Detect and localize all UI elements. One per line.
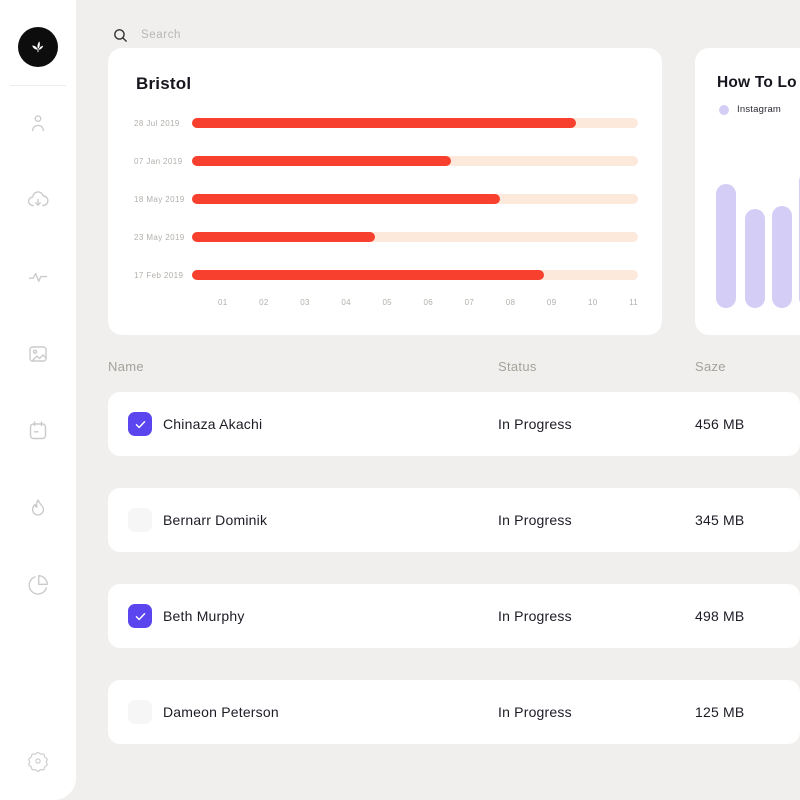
cloud-download-icon [26, 188, 50, 212]
x-axis-tick: 01 [218, 298, 228, 307]
sidebar-item-analytics[interactable] [25, 572, 51, 598]
x-axis-tick: 03 [300, 298, 310, 307]
table-row[interactable]: Dameon Peterson In Progress 125 MB [108, 680, 800, 744]
sidebar-item-calendar[interactable] [25, 418, 51, 444]
files-table: Name Status Saze Chinaza Akachi In Progr… [76, 359, 800, 744]
bristol-bar-track [192, 270, 638, 280]
row-name: Chinaza Akachi [163, 416, 262, 432]
bristol-bar-fill [192, 118, 576, 128]
calendar-icon [26, 419, 50, 443]
bristol-bar-fill [192, 156, 451, 166]
bristol-bar-row: 18 May 2019 [108, 180, 662, 218]
search-bar [76, 0, 800, 48]
row-size: 345 MB [695, 512, 800, 528]
instagram-card: How To Lo Instagram [695, 48, 800, 335]
row-size: 125 MB [695, 704, 800, 720]
column-header-name: Name [108, 359, 498, 374]
row-status: In Progress [498, 608, 695, 624]
pie-chart-icon [26, 573, 50, 597]
check-icon [134, 418, 147, 431]
bristol-bar-fill [192, 194, 500, 204]
cards-row: Bristol 28 Jul 2019 07 Jan 2019 18 May 201… [76, 48, 800, 335]
bristol-bar-row: 28 Jul 2019 [108, 104, 662, 142]
sidebar-item-profile[interactable] [25, 110, 51, 136]
row-checkbox[interactable] [128, 700, 152, 724]
x-axis-tick: 08 [506, 298, 516, 307]
instagram-card-title: How To Lo [695, 74, 800, 92]
app-logo[interactable] [18, 27, 58, 67]
instagram-bar [745, 209, 765, 308]
row-status: In Progress [498, 416, 695, 432]
bristol-bar-row: 17 Feb 2019 [108, 256, 662, 294]
instagram-bar [772, 206, 792, 308]
row-checkbox[interactable] [128, 412, 152, 436]
person-icon [26, 111, 50, 135]
bristol-bar-row: 23 May 2019 [108, 218, 662, 256]
sidebar [0, 0, 76, 800]
bristol-x-axis: 01 02 03 04 05 06 07 08 09 10 11 [218, 298, 638, 307]
column-header-size: Saze [695, 359, 800, 374]
row-name: Dameon Peterson [163, 704, 279, 720]
x-axis-tick: 11 [629, 298, 638, 307]
bristol-bar-fill [192, 270, 544, 280]
sidebar-item-media[interactable] [25, 341, 51, 367]
activity-icon [26, 265, 50, 289]
bristol-card: Bristol 28 Jul 2019 07 Jan 2019 18 May 201… [108, 48, 662, 335]
instagram-bars [716, 171, 800, 308]
search-icon [112, 27, 129, 44]
table-row[interactable]: Chinaza Akachi In Progress 456 MB [108, 392, 800, 456]
bristol-bar-chart: 28 Jul 2019 07 Jan 2019 18 May 2019 23 May … [108, 104, 662, 294]
main-content: Bristol 28 Jul 2019 07 Jan 2019 18 May 201… [76, 0, 800, 800]
row-checkbox[interactable] [128, 508, 152, 532]
bristol-bar-track [192, 194, 638, 204]
bristol-bar-row: 07 Jan 2019 [108, 142, 662, 180]
row-status: In Progress [498, 512, 695, 528]
table-row[interactable]: Bernarr Dominik In Progress 345 MB [108, 488, 800, 552]
x-axis-tick: 04 [341, 298, 351, 307]
sprout-icon [27, 36, 49, 58]
bristol-bar-fill [192, 232, 375, 242]
row-status: In Progress [498, 704, 695, 720]
sidebar-item-trending[interactable] [25, 495, 51, 521]
x-axis-tick: 02 [259, 298, 269, 307]
column-header-status: Status [498, 359, 695, 374]
legend-label: Instagram [737, 104, 781, 115]
bristol-bar-label: 18 May 2019 [134, 195, 192, 204]
x-axis-tick: 09 [547, 298, 557, 307]
bristol-bar-label: 17 Feb 2019 [134, 271, 192, 280]
sidebar-divider [10, 85, 66, 86]
row-name: Bernarr Dominik [163, 512, 267, 528]
check-icon [134, 610, 147, 623]
flame-icon [26, 496, 50, 520]
sidebar-item-uploads[interactable] [25, 187, 51, 213]
row-size: 456 MB [695, 416, 800, 432]
sidebar-nav [25, 110, 51, 649]
bristol-bar-label: 07 Jan 2019 [134, 157, 192, 166]
x-axis-tick: 05 [382, 298, 392, 307]
gear-icon [27, 750, 49, 772]
row-checkbox[interactable] [128, 604, 152, 628]
bristol-bar-label: 28 Jul 2019 [134, 119, 192, 128]
image-icon [26, 342, 50, 366]
sidebar-item-settings[interactable] [25, 748, 51, 774]
row-name: Beth Murphy [163, 608, 245, 624]
x-axis-tick: 06 [424, 298, 434, 307]
table-row[interactable]: Beth Murphy In Progress 498 MB [108, 584, 800, 648]
legend-dot-icon [719, 105, 729, 115]
table-header: Name Status Saze [108, 359, 800, 374]
bristol-bar-label: 23 May 2019 [134, 233, 192, 242]
row-size: 498 MB [695, 608, 800, 624]
x-axis-tick: 07 [465, 298, 475, 307]
instagram-bar [716, 184, 736, 308]
instagram-legend: Instagram [695, 104, 800, 115]
bristol-card-title: Bristol [108, 74, 662, 94]
x-axis-tick: 10 [588, 298, 598, 307]
search-input[interactable] [141, 29, 341, 41]
bristol-bar-track [192, 118, 638, 128]
sidebar-item-activity[interactable] [25, 264, 51, 290]
bristol-bar-track [192, 232, 638, 242]
bristol-bar-track [192, 156, 638, 166]
